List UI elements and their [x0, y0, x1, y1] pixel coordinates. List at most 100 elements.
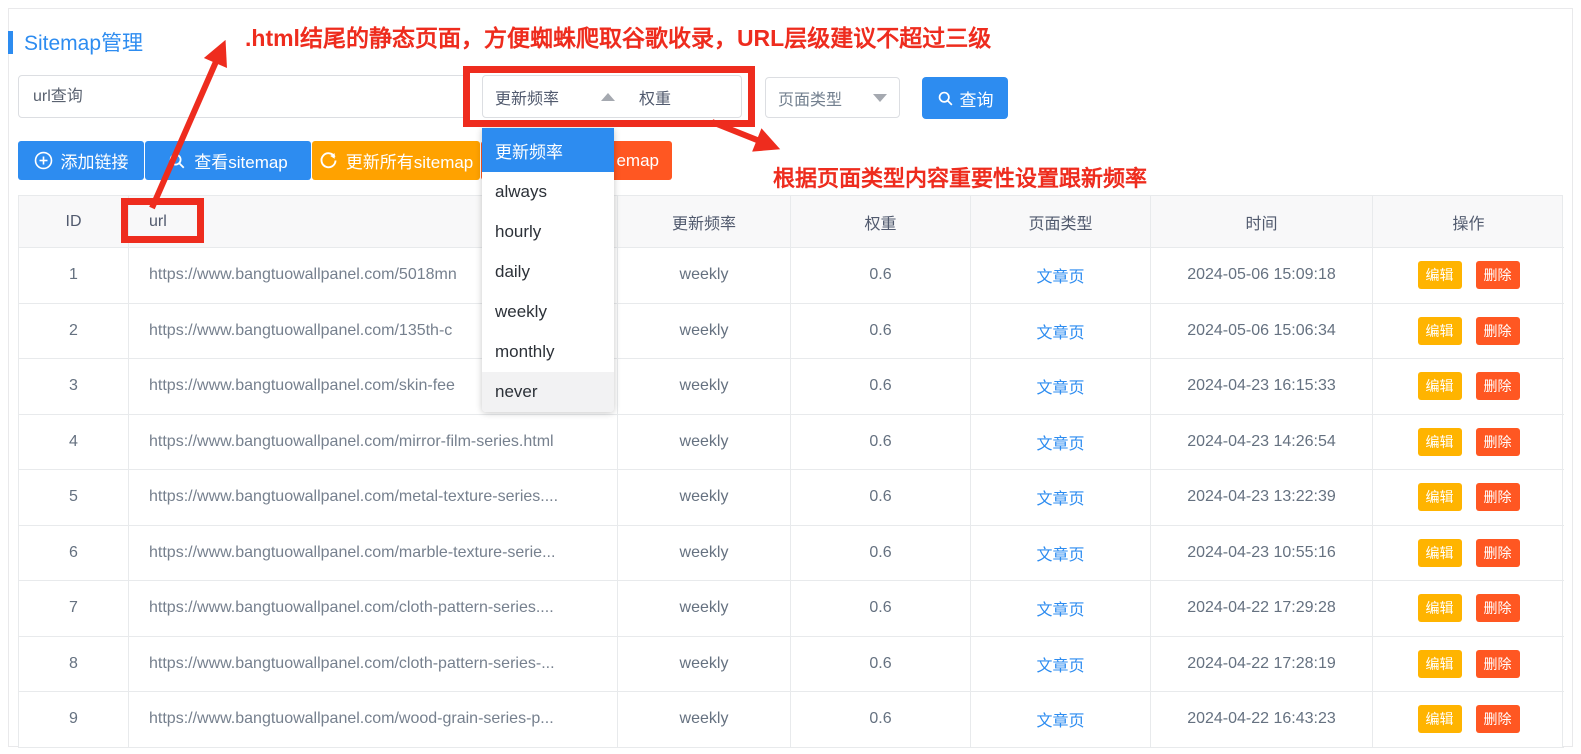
dropdown-option-weekly[interactable]: weekly: [482, 292, 614, 332]
cell-actions: 编辑 删除: [1373, 526, 1564, 582]
cell-weight: 0.6: [791, 248, 971, 304]
cell-actions: 编辑 删除: [1373, 470, 1564, 526]
dropdown-option-always[interactable]: always: [482, 172, 614, 212]
cell-frequency: weekly: [618, 692, 791, 748]
cell-id: 3: [19, 359, 129, 415]
edit-button[interactable]: 编辑: [1418, 594, 1462, 622]
cell-actions: 编辑 删除: [1373, 359, 1564, 415]
table-row: 4 https://www.bangtuowallpanel.com/mirro…: [19, 415, 1562, 471]
add-link-button[interactable]: 添加链接: [18, 141, 144, 180]
edit-button[interactable]: 编辑: [1418, 650, 1462, 678]
delete-button[interactable]: 删除: [1476, 317, 1520, 345]
delete-button[interactable]: 删除: [1476, 483, 1520, 511]
delete-button[interactable]: 删除: [1476, 261, 1520, 289]
partially-hidden-sitemap-label: emap: [616, 151, 659, 171]
cell-id: 7: [19, 581, 129, 637]
annotation-right-note: 根据页面类型内容重要性设置跟新频率: [773, 161, 1147, 193]
page-type-link[interactable]: 文章页: [971, 359, 1151, 415]
cell-id: 4: [19, 415, 129, 471]
cell-time: 2024-04-23 16:15:33: [1151, 359, 1373, 415]
cell-url: https://www.bangtuowallpanel.com/cloth-p…: [129, 581, 618, 637]
cell-actions: 编辑 删除: [1373, 415, 1564, 471]
dropdown-option-never[interactable]: never: [482, 372, 614, 412]
table-row: 5 https://www.bangtuowallpanel.com/metal…: [19, 470, 1562, 526]
edit-button[interactable]: 编辑: [1418, 317, 1462, 345]
delete-button[interactable]: 删除: [1476, 594, 1520, 622]
delete-button[interactable]: 删除: [1476, 705, 1520, 733]
page-type-link[interactable]: 文章页: [971, 692, 1151, 748]
cell-id: 9: [19, 692, 129, 748]
cell-weight: 0.6: [791, 359, 971, 415]
cell-frequency: weekly: [618, 248, 791, 304]
column-header-weight[interactable]: 权重: [791, 196, 971, 248]
annotation-rect-url-header: [121, 198, 204, 243]
cell-time: 2024-04-22 16:43:23: [1151, 692, 1373, 748]
update-all-sitemap-label: 更新所有sitemap: [346, 148, 474, 173]
add-link-label: 添加链接: [61, 148, 129, 173]
magnifier-icon: [168, 152, 186, 170]
column-header-time[interactable]: 时间: [1151, 196, 1373, 248]
search-icon: [937, 90, 954, 107]
edit-button[interactable]: 编辑: [1418, 261, 1462, 289]
page-title: Sitemap管理: [24, 27, 143, 57]
delete-button[interactable]: 删除: [1476, 650, 1520, 678]
cell-url: https://www.bangtuowallpanel.com/marble-…: [129, 526, 618, 582]
cell-time: 2024-04-23 10:55:16: [1151, 526, 1373, 582]
cell-actions: 编辑 删除: [1373, 248, 1564, 304]
page-type-select-label: 页面类型: [778, 86, 842, 110]
dropdown-option-monthly[interactable]: monthly: [482, 332, 614, 372]
cell-id: 1: [19, 248, 129, 304]
cell-actions: 编辑 删除: [1373, 304, 1564, 360]
edit-button[interactable]: 编辑: [1418, 372, 1462, 400]
edit-button[interactable]: 编辑: [1418, 539, 1462, 567]
view-sitemap-button[interactable]: 查看sitemap: [145, 141, 311, 180]
delete-button[interactable]: 删除: [1476, 539, 1520, 567]
cell-frequency: weekly: [618, 526, 791, 582]
page-type-link[interactable]: 文章页: [971, 470, 1151, 526]
cell-url: https://www.bangtuowallpanel.com/mirror-…: [129, 415, 618, 471]
title-accent-bar: [8, 31, 13, 54]
table-row: 7 https://www.bangtuowallpanel.com/cloth…: [19, 581, 1562, 637]
table-row: 3 https://www.bangtuowallpanel.com/skin-…: [19, 359, 1562, 415]
search-button[interactable]: 查询: [922, 77, 1008, 119]
cell-url: https://www.bangtuowallpanel.com/metal-t…: [129, 470, 618, 526]
column-header-page-type[interactable]: 页面类型: [971, 196, 1151, 248]
cell-time: 2024-04-23 13:22:39: [1151, 470, 1373, 526]
page-type-link[interactable]: 文章页: [971, 526, 1151, 582]
cell-frequency: weekly: [618, 415, 791, 471]
page-type-link[interactable]: 文章页: [971, 581, 1151, 637]
page-type-link[interactable]: 文章页: [971, 304, 1151, 360]
dropdown-option-daily[interactable]: daily: [482, 252, 614, 292]
cell-frequency: weekly: [618, 581, 791, 637]
delete-button[interactable]: 删除: [1476, 372, 1520, 400]
dropdown-option-更新频率[interactable]: 更新频率: [482, 128, 614, 172]
column-header-actions[interactable]: 操作: [1373, 196, 1564, 248]
column-header-frequency[interactable]: 更新频率: [618, 196, 791, 248]
cell-url: https://www.bangtuowallpanel.com/wood-gr…: [129, 692, 618, 748]
chevron-down-icon: [873, 94, 887, 102]
edit-button[interactable]: 编辑: [1418, 705, 1462, 733]
page-type-link[interactable]: 文章页: [971, 637, 1151, 693]
dropdown-option-hourly[interactable]: hourly: [482, 212, 614, 252]
edit-button[interactable]: 编辑: [1418, 428, 1462, 456]
cell-id: 5: [19, 470, 129, 526]
update-all-sitemap-button[interactable]: 更新所有sitemap: [312, 141, 480, 180]
edit-button[interactable]: 编辑: [1418, 483, 1462, 511]
cell-time: 2024-04-22 17:29:28: [1151, 581, 1373, 637]
cell-time: 2024-04-23 14:26:54: [1151, 415, 1373, 471]
url-search-input[interactable]: [18, 75, 470, 118]
table-row: 8 https://www.bangtuowallpanel.com/cloth…: [19, 637, 1562, 693]
annotation-rect-filters: [463, 66, 755, 127]
cell-actions: 编辑 删除: [1373, 637, 1564, 693]
cell-actions: 编辑 删除: [1373, 581, 1564, 637]
table-body: 1 https://www.bangtuowallpanel.com/5018m…: [19, 248, 1562, 748]
cell-id: 8: [19, 637, 129, 693]
sitemap-admin-page: Sitemap管理 更新频率 权重 页面类型 查询 添加链接 查看sitemap…: [0, 0, 1581, 754]
delete-button[interactable]: 删除: [1476, 428, 1520, 456]
column-header-id[interactable]: ID: [19, 196, 129, 248]
page-type-select[interactable]: 页面类型: [765, 77, 900, 118]
cell-weight: 0.6: [791, 526, 971, 582]
page-type-link[interactable]: 文章页: [971, 248, 1151, 304]
page-type-link[interactable]: 文章页: [971, 415, 1151, 471]
table-row: 1 https://www.bangtuowallpanel.com/5018m…: [19, 248, 1562, 304]
